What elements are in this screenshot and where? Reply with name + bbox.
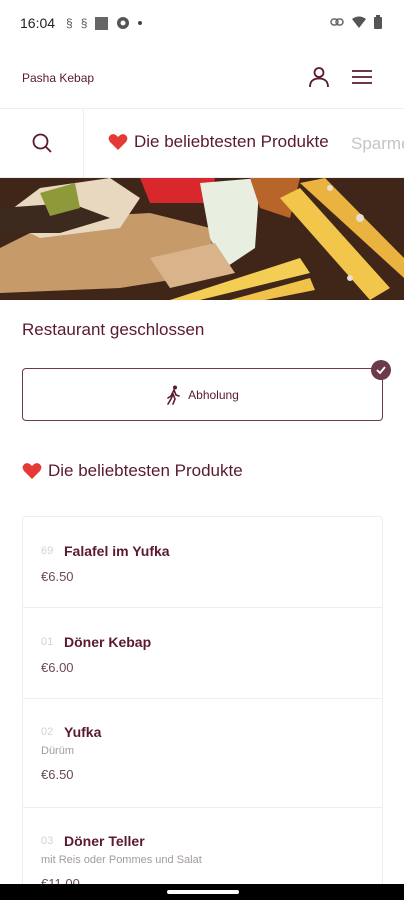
product-name: Döner Kebap [64,634,152,650]
product-description: Dürüm [41,745,75,757]
square-icon [95,16,109,30]
product-number: 02 [41,726,54,738]
s-icon: § [80,16,88,30]
product-number: 03 [41,835,54,847]
product-price: €6.50 [41,569,74,584]
list-item[interactable]: 69 Falafel im Yufka €6.50 [23,517,382,608]
product-description: mit Reis oder Pommes und Salat [41,854,202,866]
list-item[interactable]: 02 Yufka Dürüm €6.50 [23,699,382,808]
pickup-button[interactable]: Abholung [22,368,383,421]
sync-icon [117,17,130,29]
product-name: Yufka [64,724,102,740]
product-list: 69 Falafel im Yufka €6.50 01 Döner Kebap… [22,516,383,900]
product-price: €6.00 [41,660,74,675]
app-header: Pasha Kebap [0,46,404,108]
tab-savings[interactable]: Sparme [351,134,404,154]
search-icon [32,133,52,153]
product-name: Döner Teller [64,833,145,849]
status-icons-left: § § [66,15,143,31]
category-bar: Die beliebtesten Produkte Sparme [0,108,404,178]
tab-popular-products[interactable]: Die beliebtesten Produkte [108,132,329,152]
section-title-text: Die beliebtesten Produkte [48,461,243,480]
brand-name[interactable]: Pasha Kebap [22,71,94,85]
home-gesture-handle[interactable] [167,890,239,894]
menu-icon[interactable] [350,65,374,89]
status-bar: 16:04 § § [0,0,404,46]
pickup-option: Abholung [22,360,391,421]
product-number: 69 [41,545,54,557]
selected-check-badge [371,360,391,380]
heart-icon [22,463,42,479]
status-icons-right [330,15,382,29]
walking-person-icon [167,385,180,405]
product-number: 01 [41,636,54,648]
doner-wrap-and-fries-photo [0,178,404,300]
status-time: 16:04 [20,15,56,31]
section-title: Die beliebtesten Produkte [22,461,243,481]
link-icon [330,18,344,26]
hero-image [0,178,404,300]
list-item[interactable]: 01 Döner Kebap €6.00 [23,608,382,699]
check-icon [376,366,386,375]
navigation-bar [0,884,404,900]
tab-label: Die beliebtesten Produkte [134,132,329,151]
dot-icon [138,21,143,25]
pickup-label: Abholung [188,387,239,402]
restaurant-status: Restaurant geschlossen [22,320,205,339]
s-icon: § [66,16,73,30]
battery-icon [374,15,382,29]
product-name: Falafel im Yufka [64,543,170,559]
product-price: €6.50 [41,767,74,782]
wifi-icon [352,16,366,28]
search-button[interactable] [0,109,84,177]
heart-icon [108,134,128,150]
user-icon[interactable] [307,65,331,89]
